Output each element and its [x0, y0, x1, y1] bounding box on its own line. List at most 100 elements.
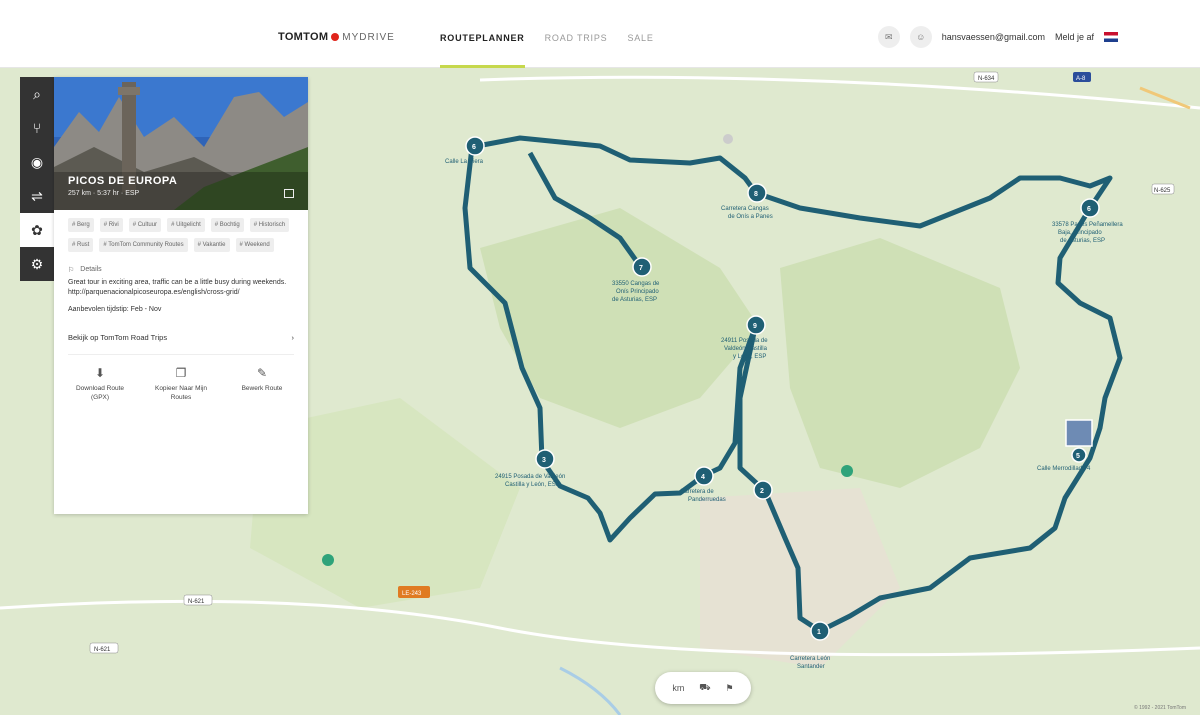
logo-brand: TOMTOM: [278, 31, 329, 43]
svg-text:2: 2: [760, 488, 764, 495]
svg-text:6: 6: [472, 144, 476, 151]
traffic-icon[interactable]: ⛟: [699, 682, 710, 694]
road: [0, 599, 1200, 657]
svg-text:de Onís a Panes: de Onís a Panes: [728, 214, 773, 220]
svg-text:Carretera de: Carretera de: [680, 489, 714, 495]
copy-icon: ❐: [175, 366, 187, 380]
tool-rail: ⌕ ⑂ ◉ ⇌ ✿ ⚙: [20, 77, 54, 281]
road-badge-label: N-621: [94, 647, 111, 653]
edit-route-label: Bewerk Route: [241, 385, 283, 392]
svg-text:Onís Principado: Onís Principado: [616, 289, 659, 295]
account-area: ✉ ☺ hansvaessen@gmail.com Meld je af: [877, 26, 1118, 48]
copy-route-button[interactable]: ❐ Kopieer Naar Mijn Routes: [149, 366, 213, 402]
route-title: PICOS DE EUROPA: [68, 175, 178, 187]
location-icon[interactable]: ◉: [20, 145, 54, 179]
waypoint-marker[interactable]: 6 33578 Panes Peñamellera Baja, Principa…: [1052, 198, 1123, 244]
account-email[interactable]: hansvaessen@gmail.com: [942, 32, 1045, 42]
messages-icon[interactable]: ✉: [877, 26, 900, 48]
svg-text:y León, ESP: y León, ESP: [733, 354, 766, 360]
poi-marker: [723, 134, 733, 144]
logo-dot-icon: [331, 33, 340, 41]
roadtrips-link-label: Bekijk op TomTom Road Trips: [68, 333, 168, 342]
tag[interactable]: # Historisch: [249, 218, 290, 232]
svg-text:24911 Posada de: 24911 Posada de: [721, 338, 768, 344]
top-bar: TOMTOM MYDRIVE ROUTEPLANNER ROAD TRIPS S…: [0, 0, 1200, 68]
svg-text:Valdeón Castilla: Valdeón Castilla: [724, 346, 768, 352]
hero-image: PICOS DE EUROPA 257 km · 5:37 hr · ESP: [54, 77, 308, 210]
tag[interactable]: # Rust: [68, 238, 94, 252]
copy-route-label: Kopieer Naar Mijn Routes: [154, 385, 208, 401]
route-actions: ⬇ Download Route (GPX) ❐ Kopieer Naar Mi…: [54, 355, 308, 402]
nav-sale[interactable]: SALE: [627, 0, 653, 68]
tag[interactable]: # Rivi: [99, 218, 123, 232]
route-info-panel: PICOS DE EUROPA 257 km · 5:37 hr · ESP #…: [54, 77, 308, 514]
chevron-right-icon: ›: [291, 333, 295, 342]
logout-link[interactable]: Meld je af: [1055, 32, 1094, 42]
svg-text:Calle La Riera: Calle La Riera: [445, 159, 484, 165]
svg-text:33578 Panes Peñamellera: 33578 Panes Peñamellera: [1052, 222, 1123, 228]
tag[interactable]: # Bochtig: [210, 218, 244, 232]
svg-text:6: 6: [1087, 206, 1091, 213]
poi-marker: [322, 554, 334, 566]
national-park-area: [780, 238, 1020, 488]
road-badge-label: A-8: [1076, 76, 1086, 82]
roadtrips-icon[interactable]: ✿: [20, 213, 54, 247]
nav-routeplanner[interactable]: ROUTEPLANNER: [440, 0, 525, 68]
units-toggle[interactable]: km: [672, 683, 684, 693]
details-icon: ⚐: [68, 267, 75, 274]
svg-text:9: 9: [753, 323, 757, 330]
river: [559, 666, 622, 715]
roadtrips-link[interactable]: Bekijk op TomTom Road Trips ›: [68, 333, 294, 355]
svg-text:5: 5: [1076, 453, 1080, 460]
map-attribution: © 1992 - 2021 TomTom: [1134, 705, 1186, 711]
tag[interactable]: # Vakantie: [193, 238, 230, 252]
svg-text:1: 1: [817, 629, 821, 636]
gallery-icon[interactable]: [284, 189, 294, 198]
svg-text:7: 7: [639, 265, 643, 272]
download-icon: ⬇: [94, 366, 106, 380]
download-gpx-button[interactable]: ⬇ Download Route (GPX): [68, 366, 132, 402]
route-icon[interactable]: ⑂: [20, 111, 54, 145]
best-time: Aanbevolen tijdstip: Feb - Nov: [68, 306, 162, 313]
tag[interactable]: # Uitgelicht: [167, 218, 205, 232]
waypoint-marker[interactable]: 3 24915 Posada de Valdeón Castilla y Leó…: [495, 449, 565, 488]
svg-text:3: 3: [542, 457, 546, 464]
svg-text:24915 Posada de Valdeón: 24915 Posada de Valdeón: [495, 474, 565, 480]
waypoint-marker[interactable]: 2: [753, 480, 773, 500]
tag[interactable]: # Berg: [68, 218, 94, 232]
settings-icon[interactable]: ⚙: [20, 247, 54, 281]
map-controls: km ⛟ ⚑: [655, 672, 751, 704]
details-label: Details: [80, 266, 102, 273]
edit-icon: ✎: [256, 366, 268, 380]
search-icon[interactable]: ⌕: [20, 77, 54, 111]
svg-text:Carretera León: Carretera León: [790, 656, 830, 662]
tag[interactable]: # Weekend: [235, 238, 274, 252]
user-avatar-icon[interactable]: ☺: [909, 26, 932, 48]
download-gpx-label: Download Route (GPX): [75, 385, 125, 401]
waypoints-icon[interactable]: ⇌: [20, 179, 54, 213]
waypoint-marker[interactable]: 6 Calle La Riera: [445, 136, 485, 165]
svg-text:Panderruedas: Panderruedas: [688, 497, 726, 503]
waypoint-marker[interactable]: 8 Carretera Cangas de Onís a Panes: [721, 183, 773, 220]
svg-text:Castilla y León, ESP: Castilla y León, ESP: [505, 482, 560, 488]
nav-road-trips[interactable]: ROAD TRIPS: [545, 0, 608, 68]
road: [479, 75, 1200, 110]
route-description: Great tour in exciting area, traffic can…: [68, 279, 287, 296]
svg-text:4: 4: [701, 474, 705, 481]
logo-product: MYDRIVE: [342, 31, 395, 43]
tag[interactable]: # TomTom Community Routes: [99, 238, 188, 252]
svg-text:Santander: Santander: [797, 664, 825, 670]
svg-text:Carretera Cangas: Carretera Cangas: [721, 206, 769, 212]
details-heading: ⚐ Details: [68, 266, 294, 274]
svg-text:Baja, Principado: Baja, Principado: [1058, 230, 1102, 236]
route-summary: 257 km · 5:37 hr · ESP: [68, 190, 140, 197]
road-badge-label: N-621: [188, 599, 205, 605]
road-badge-label: LE-243: [402, 591, 422, 597]
tomtom-logo[interactable]: TOMTOM MYDRIVE: [278, 31, 395, 43]
edit-route-button[interactable]: ✎ Bewerk Route: [230, 366, 294, 402]
poi-icon[interactable]: ⚑: [725, 683, 733, 694]
language-flag-icon[interactable]: [1104, 32, 1118, 42]
tag[interactable]: # Cultuur: [128, 218, 162, 232]
tag-list: # Berg # Rivi # Cultuur # Uitgelicht # B…: [54, 210, 308, 252]
main-nav: ROUTEPLANNER ROAD TRIPS SALE: [440, 0, 654, 68]
